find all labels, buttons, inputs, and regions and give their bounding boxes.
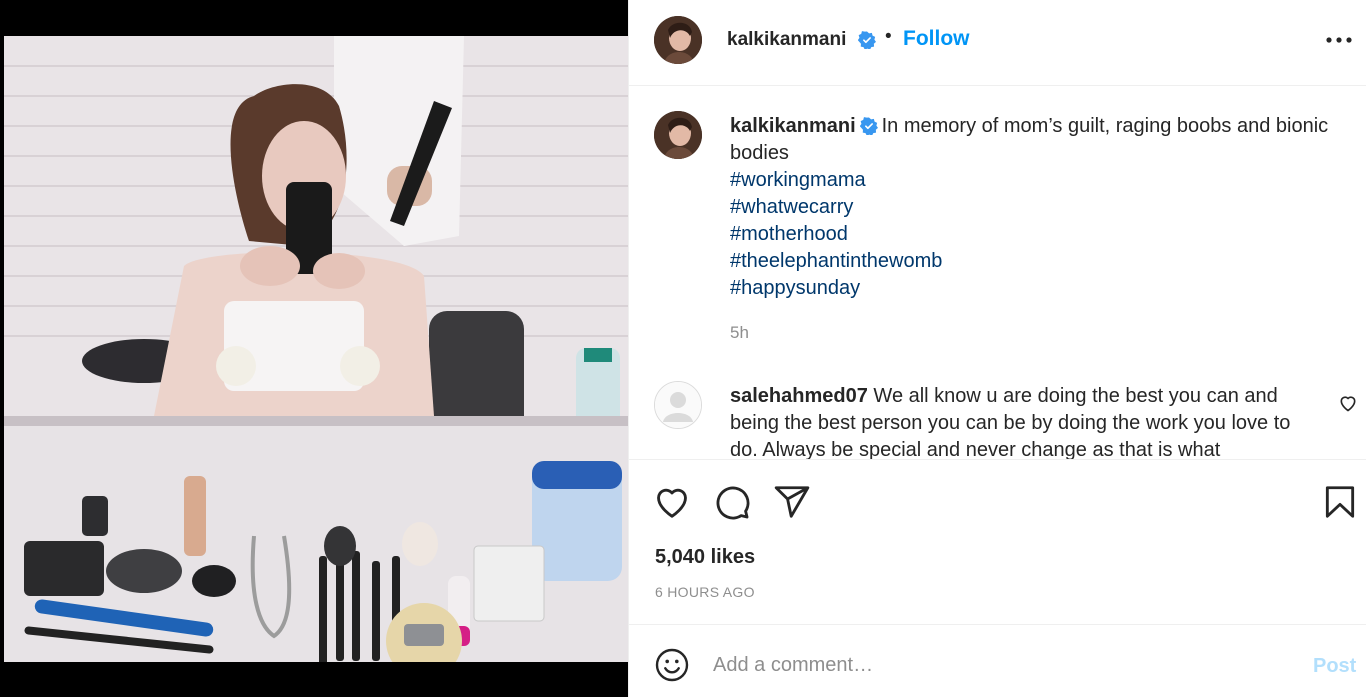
verified-badge-icon (857, 31, 876, 50)
post-actions (629, 461, 1366, 541)
comment-bubble-icon[interactable] (713, 483, 751, 521)
author-username[interactable]: kalkikanmani (727, 29, 846, 51)
caption-time-ago[interactable]: 5h (730, 323, 749, 343)
verified-badge-icon (859, 116, 878, 136)
post-comment-button[interactable]: Post (1313, 655, 1356, 678)
caption-author-username[interactable]: kalkikanmani (730, 115, 856, 137)
separator-dot: • (885, 26, 892, 47)
hashtag-link[interactable]: #theelephantinthewomb (730, 248, 1330, 275)
likes-count[interactable]: 5,040 likes (655, 546, 755, 569)
follow-button[interactable]: Follow (903, 27, 970, 51)
hashtag-link[interactable]: #workingmama (730, 167, 1330, 194)
comment-text-block: salehahmed07 We all know u are doing the… (730, 383, 1310, 459)
emoji-icon[interactable] (654, 647, 690, 683)
post-photo-illustration (4, 36, 628, 662)
post-timestamp[interactable]: 6 HOURS AGO (655, 584, 755, 600)
paper-plane-icon[interactable] (773, 483, 811, 521)
hashtag-link[interactable]: #happysunday (730, 275, 1330, 302)
hashtag-link[interactable]: #whatwecarry (730, 194, 1330, 221)
add-comment-bar: Post (629, 624, 1366, 697)
caption-text-block: kalkikanmani In memory of mom’s guilt, ra… (730, 113, 1330, 302)
media-panel (0, 0, 628, 697)
heart-icon[interactable] (653, 483, 691, 521)
bookmark-icon[interactable] (1321, 483, 1359, 521)
post-details-panel: kalkikanmani • Follow kalkikanmani In mem… (628, 0, 1366, 697)
post-photo[interactable] (4, 36, 628, 662)
comments-list[interactable]: kalkikanmani In memory of mom’s guilt, ra… (629, 87, 1366, 460)
post-header: kalkikanmani • Follow (629, 0, 1366, 86)
commenter-username[interactable]: salehahmed07 (730, 385, 868, 407)
hashtag-link[interactable]: #motherhood (730, 221, 1330, 248)
author-avatar[interactable] (654, 16, 702, 64)
comment-heart-icon[interactable] (1338, 393, 1358, 413)
more-options-icon[interactable] (1325, 28, 1353, 52)
commenter-avatar[interactable] (654, 381, 702, 429)
caption-author-avatar[interactable] (654, 111, 702, 159)
comment-input[interactable] (713, 645, 1273, 685)
